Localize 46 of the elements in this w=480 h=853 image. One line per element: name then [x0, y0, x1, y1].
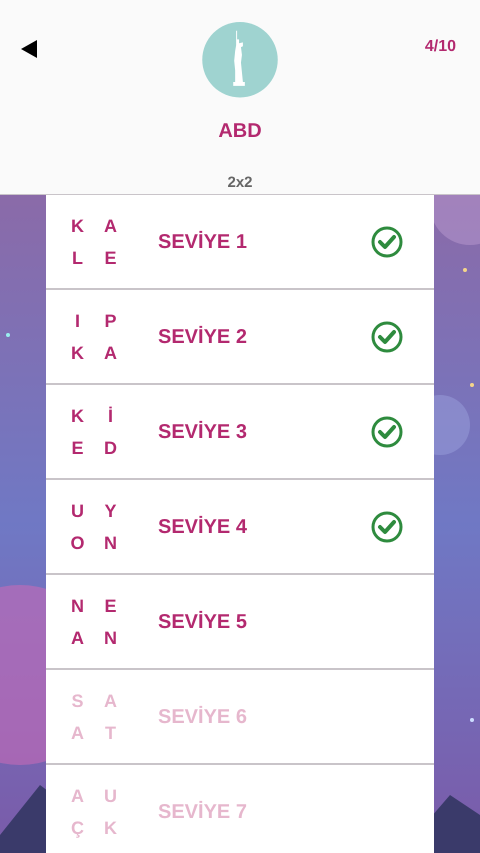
level-title: SEVİYE 3 — [158, 420, 247, 444]
level-title: SEVİYE 4 — [158, 514, 247, 540]
puzzle-letter: D — [103, 436, 118, 460]
level-row[interactable]: I P K A SEVİYE 2 — [46, 290, 434, 385]
statue-icon — [201, 22, 279, 98]
puzzle-letter: A — [103, 342, 118, 364]
puzzle-letter: K — [70, 214, 85, 238]
level-title: SEVİYE 6 — [158, 704, 247, 730]
level-title: SEVİYE 7 — [158, 800, 247, 824]
puzzle-letter: I — [74, 310, 81, 332]
puzzle-letter: K — [70, 342, 85, 364]
puzzle-letter: O — [69, 532, 86, 554]
back-icon — [21, 40, 37, 58]
puzzle-letter: A — [103, 690, 118, 712]
puzzle-letter: N — [103, 626, 118, 650]
level-row[interactable]: N E A N SEVİYE 5 — [46, 575, 434, 670]
puzzle-letter: A — [70, 626, 85, 650]
level-title: SEVİYE 2 — [158, 324, 247, 350]
grid-size-label: 2x2 — [227, 172, 253, 192]
puzzle-letter: N — [103, 532, 118, 554]
progress-counter: 4/10 — [424, 37, 456, 57]
puzzle-letter: N — [70, 594, 85, 618]
level-row[interactable]: K A L E SEVİYE 1 — [46, 195, 434, 290]
puzzle-letter: U — [103, 784, 118, 808]
puzzle-letter: A — [70, 722, 85, 744]
puzzle-letter: L — [71, 246, 84, 270]
level-title: SEVİYE 1 — [158, 230, 247, 254]
puzzle-letter: A — [70, 784, 85, 808]
puzzle-letter: E — [70, 436, 84, 460]
back-button[interactable] — [20, 40, 38, 58]
puzzle-letter: İ — [106, 404, 114, 428]
puzzle-letter: Y — [103, 500, 118, 522]
puzzle-letter: E — [103, 246, 118, 270]
level-title: SEVİYE 5 — [158, 610, 247, 634]
puzzle-letter: S — [70, 690, 84, 712]
puzzle-letter: P — [103, 310, 118, 332]
puzzle-letter: Ç — [70, 816, 85, 840]
level-row[interactable]: U Y O N SEVİYE 4 — [46, 480, 434, 575]
puzzle-letter: K — [103, 816, 118, 840]
puzzle-letter: U — [70, 500, 85, 522]
puzzle-letter: E — [103, 594, 118, 618]
puzzle-letter: A — [103, 214, 118, 238]
level-row[interactable]: K İ E D SEVİYE 3 — [46, 385, 434, 480]
puzzle-letter: T — [104, 722, 117, 744]
puzzle-letter: K — [70, 404, 85, 428]
country-title: ABD — [218, 118, 262, 144]
